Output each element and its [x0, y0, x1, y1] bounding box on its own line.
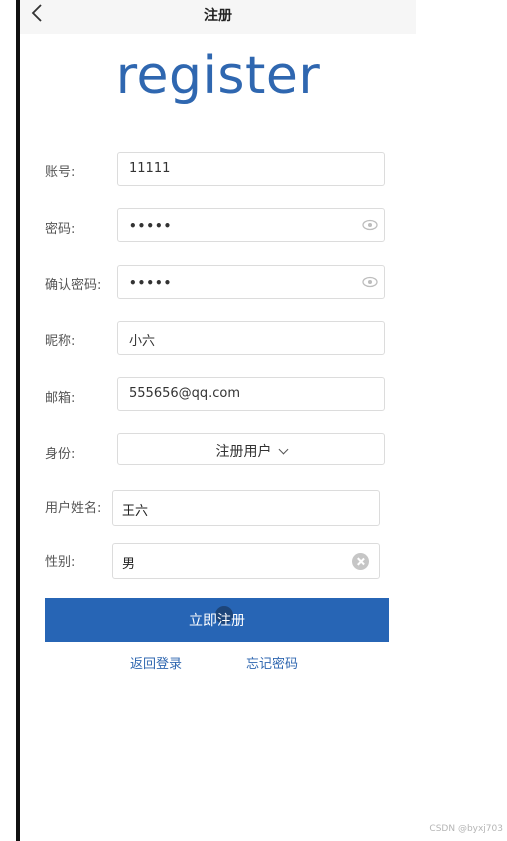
gender-field[interactable]: 男 [112, 543, 380, 579]
app-screen: 注册 register 账号: 11111 密码: ••••• 确认密码: ••… [20, 0, 416, 841]
nickname-value: 小六 [129, 334, 156, 349]
forgot-password-link[interactable]: 忘记密码 [246, 653, 298, 672]
realname-field[interactable]: 王六 [112, 490, 380, 526]
eye-icon[interactable] [362, 276, 378, 288]
email-value: 555656@qq.com [129, 386, 241, 401]
eye-icon[interactable] [362, 219, 378, 231]
chevron-down-icon [278, 444, 288, 455]
confirm-password-label: 确认密码: [45, 278, 102, 293]
register-button-label: 立即注册 [189, 613, 245, 629]
email-label: 邮箱: [45, 391, 76, 406]
back-to-login-link[interactable]: 返回登录 [130, 653, 182, 672]
password-value: ••••• [129, 219, 173, 233]
clear-icon[interactable] [352, 553, 369, 570]
identity-select[interactable]: 注册用户 [117, 433, 385, 465]
nickname-label: 昵称: [45, 334, 76, 349]
account-value: 11111 [129, 161, 171, 176]
register-logo: register [115, 46, 321, 106]
page-title: 注册 [204, 8, 232, 24]
realname-value: 王六 [122, 504, 149, 519]
identity-value: 注册用户 [215, 444, 272, 460]
register-button[interactable]: 立即注册 [45, 598, 389, 642]
nickname-field[interactable]: 小六 [117, 321, 385, 355]
gender-value: 男 [122, 557, 136, 572]
password-label: 密码: [45, 222, 76, 237]
account-field[interactable]: 11111 [117, 152, 385, 186]
password-field[interactable]: ••••• [117, 208, 385, 242]
watermark: CSDN @byxj703 [429, 824, 503, 834]
confirm-password-field[interactable]: ••••• [117, 265, 385, 299]
account-label: 账号: [45, 165, 76, 180]
identity-label: 身份: [45, 447, 76, 462]
email-field[interactable]: 555656@qq.com [117, 377, 385, 411]
confirm-password-value: ••••• [129, 276, 173, 290]
realname-label: 用户姓名: [45, 501, 102, 516]
gender-label: 性别: [45, 555, 76, 570]
top-bar: 注册 [20, 0, 416, 34]
